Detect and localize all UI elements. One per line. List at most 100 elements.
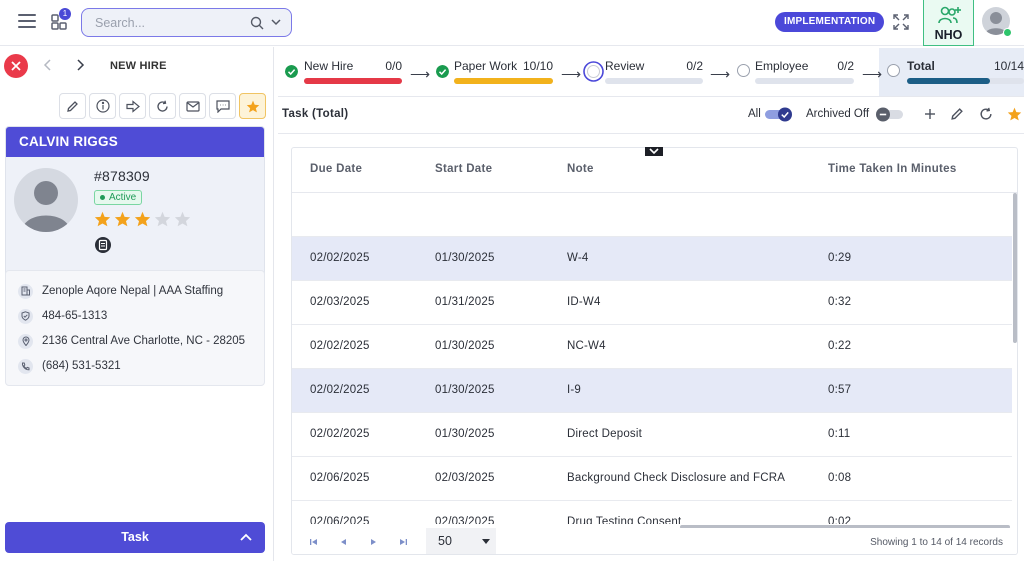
step-employee[interactable]: Employee 0/2 (737, 47, 857, 97)
arrow-right-icon: ⟶ (561, 66, 582, 82)
start-date-cell: 01/30/2025 (435, 384, 495, 396)
certificate-icon (94, 236, 112, 254)
company-name: Zenople Aqore Nepal | AAA Staffing (42, 285, 224, 297)
favorite-star-icon[interactable] (239, 93, 266, 119)
note-cell: ID-W4 (567, 296, 601, 308)
arrow-right-icon: ⟶ (410, 66, 431, 82)
mail-icon[interactable] (179, 93, 206, 119)
due-date-cell: 02/03/2025 (310, 296, 370, 308)
refresh-icon[interactable] (979, 107, 993, 121)
profile-toolbar (59, 93, 266, 119)
note-cell: Direct Deposit (567, 428, 643, 440)
start-date-cell: 02/03/2025 (435, 516, 495, 524)
phone-row: (684) 531-5321 (18, 358, 121, 374)
step-label: New Hire (304, 59, 354, 73)
step-label: Review (605, 59, 645, 73)
page-size-value: 50 (438, 534, 452, 548)
chevron-down-icon[interactable] (271, 18, 281, 26)
column-header-note[interactable]: Note (567, 163, 594, 175)
table-body: 02/02/2025 01/30/2025 W-4 0:29 02/03/2025 01/… (292, 193, 1012, 524)
add-icon[interactable] (923, 107, 937, 121)
task-table: Due Date Start Date Note Time Taken In M… (291, 147, 1018, 555)
step-total[interactable]: Total 10/14 (887, 47, 1024, 97)
vertical-scrollbar[interactable] (1013, 193, 1017, 343)
all-toggle-switch[interactable] (765, 107, 793, 122)
column-chooser-toggle[interactable] (645, 147, 663, 156)
employee-name: CALVIN RIGGS (6, 127, 264, 157)
address-row: 2136 Central Ave Charlotte, NC - 28205 (18, 333, 245, 349)
check-circle-icon (436, 65, 449, 78)
online-status-dot (1003, 28, 1012, 37)
column-header-time-taken[interactable]: Time Taken In Minutes (828, 163, 957, 175)
table-row[interactable]: 02/02/2025 01/30/2025 W-4 0:29 (292, 237, 1012, 281)
chevron-right-icon[interactable] (75, 59, 85, 71)
time-taken-cell: 0:11 (828, 428, 851, 440)
archived-toggle-switch[interactable] (875, 107, 903, 122)
step-new-hire[interactable]: New Hire 0/0 (285, 47, 405, 97)
top-bar: 1 Search... IMPLEMENTATION NHO (0, 0, 1024, 46)
first-page-icon[interactable] (310, 538, 318, 546)
page-size-select[interactable]: 50 (426, 528, 496, 554)
table-row[interactable]: 02/02/2025 01/30/2025 NC-W4 0:22 (292, 325, 1012, 369)
step-label: Total (907, 59, 935, 73)
next-page-icon[interactable] (370, 538, 377, 546)
step-progress-bar (755, 78, 854, 84)
close-button[interactable] (4, 54, 28, 78)
step-progress-bar (907, 78, 1024, 84)
current-step-ring-icon (583, 61, 604, 82)
employee-sidebar: NEW HIRE CALVIN RIGGS #878309 Active Zen… (0, 47, 274, 561)
rating-stars[interactable] (94, 211, 191, 227)
column-header-start-date[interactable]: Start Date (435, 163, 492, 175)
table-row[interactable]: 02/02/2025 01/30/2025 Direct Deposit 0:11 (292, 413, 1012, 457)
step-review[interactable]: Review 0/2 (583, 47, 705, 97)
info-icon[interactable] (89, 93, 116, 119)
table-row[interactable]: 02/06/2025 02/03/2025 Drug Testing Consent… (292, 501, 1012, 524)
search-input[interactable]: Search... (81, 8, 292, 37)
refresh-icon[interactable] (149, 93, 176, 119)
last-page-icon[interactable] (399, 538, 407, 546)
note-cell: Drug Testing Consent (567, 516, 682, 524)
step-paper-work[interactable]: Paper Work 10/10 (436, 47, 556, 97)
fullscreen-icon[interactable] (893, 14, 909, 30)
task-toolbar: Task (Total) All Archived Off (278, 97, 1024, 134)
nho-button[interactable]: NHO (923, 0, 974, 46)
due-date-cell: 02/02/2025 (310, 252, 370, 264)
records-info: Showing 1 to 14 of 14 records (870, 537, 1003, 548)
ssn-row: 484-65-1313 (18, 308, 107, 324)
message-icon[interactable] (209, 93, 236, 119)
prev-page-icon[interactable] (340, 538, 347, 546)
implementation-button[interactable]: IMPLEMENTATION (775, 12, 885, 32)
menu-icon[interactable] (18, 14, 36, 30)
table-row[interactable] (292, 193, 1012, 237)
step-progress-bar (605, 78, 703, 84)
favorite-star-icon[interactable] (1007, 107, 1022, 121)
arrow-right-icon: ⟶ (862, 66, 883, 82)
pagination-bar: 50 Showing 1 to 14 of 14 records (292, 528, 1017, 554)
search-icon[interactable] (250, 16, 264, 30)
rating-star-icon[interactable] (134, 211, 151, 227)
table-row[interactable]: 02/02/2025 01/30/2025 I-9 0:57 (292, 369, 1012, 413)
chevron-up-icon (240, 533, 252, 541)
status-badge: Active (94, 190, 143, 205)
rating-star-icon[interactable] (174, 211, 191, 227)
task-button-label: Task (121, 530, 149, 544)
table-row[interactable]: 02/06/2025 02/03/2025 Background Check Dis… (292, 457, 1012, 501)
start-date-cell: 01/30/2025 (435, 428, 495, 440)
edit-icon[interactable] (59, 93, 86, 119)
nho-label: NHO (934, 28, 963, 42)
chevron-down-icon (649, 148, 659, 155)
employee-contact-info: Zenople Aqore Nepal | AAA Staffing 484-6… (5, 270, 265, 386)
rating-star-icon[interactable] (94, 211, 111, 227)
rating-star-icon[interactable] (114, 211, 131, 227)
table-row[interactable]: 02/03/2025 01/31/2025 ID-W4 0:32 (292, 281, 1012, 325)
step-progress-bar (454, 78, 553, 84)
column-header-due-date[interactable]: Due Date (310, 163, 362, 175)
rating-star-icon[interactable] (154, 211, 171, 227)
forward-icon[interactable] (119, 93, 146, 119)
chevron-left-icon[interactable] (43, 59, 53, 71)
edit-icon[interactable] (950, 107, 964, 121)
pending-circle-icon (737, 64, 750, 77)
task-panel-toggle-button[interactable]: Task (5, 522, 265, 553)
time-taken-cell: 0:08 (828, 472, 852, 484)
due-date-cell: 02/02/2025 (310, 340, 370, 352)
